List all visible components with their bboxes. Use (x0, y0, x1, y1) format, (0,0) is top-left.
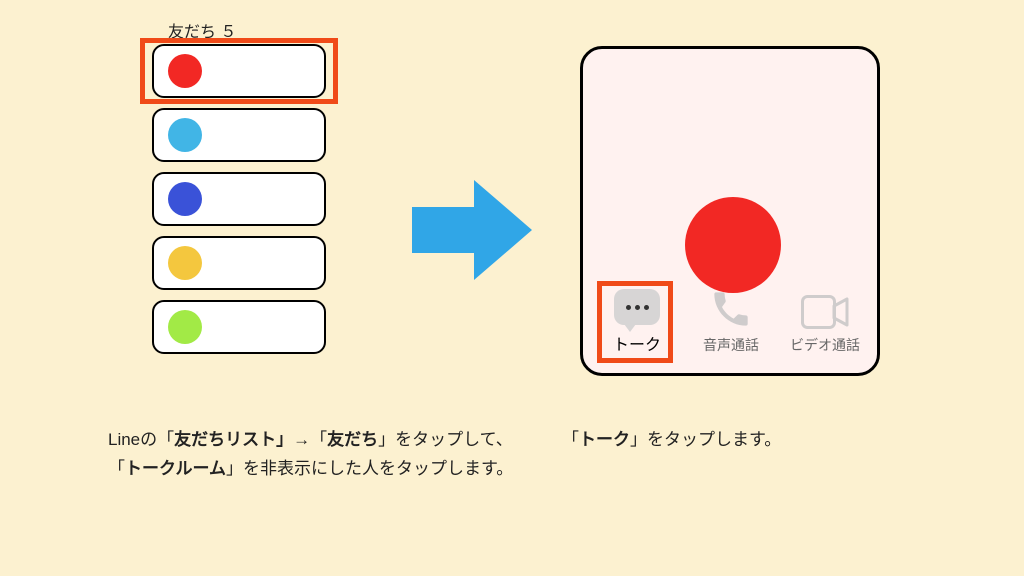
profile-panel: トーク 音声通話 ビデオ通話 (580, 46, 880, 376)
voice-call-button[interactable]: 音声通話 (695, 289, 767, 355)
caption-left: Lineの「友だちリスト」→「友だち」をタップして、 「トークルーム」を非表示に… (108, 426, 538, 484)
avatar-icon (168, 182, 202, 216)
profile-avatar-icon (685, 197, 781, 293)
friend-row[interactable] (152, 172, 326, 226)
video-call-button[interactable]: ビデオ通話 (789, 295, 861, 355)
highlight-first-friend (140, 38, 338, 104)
avatar-icon (168, 118, 202, 152)
avatar-icon (168, 310, 202, 344)
arrow-icon (412, 180, 532, 280)
video-call-label: ビデオ通話 (790, 335, 860, 355)
phone-icon (711, 289, 751, 329)
avatar-icon (168, 246, 202, 280)
voice-call-label: 音声通話 (703, 335, 759, 355)
highlight-talk (597, 281, 673, 363)
friend-row[interactable] (152, 108, 326, 162)
friend-row[interactable] (152, 236, 326, 290)
camera-icon (801, 295, 849, 329)
friend-row[interactable] (152, 300, 326, 354)
caption-right: 「トーク」をタップします。 (562, 426, 882, 455)
